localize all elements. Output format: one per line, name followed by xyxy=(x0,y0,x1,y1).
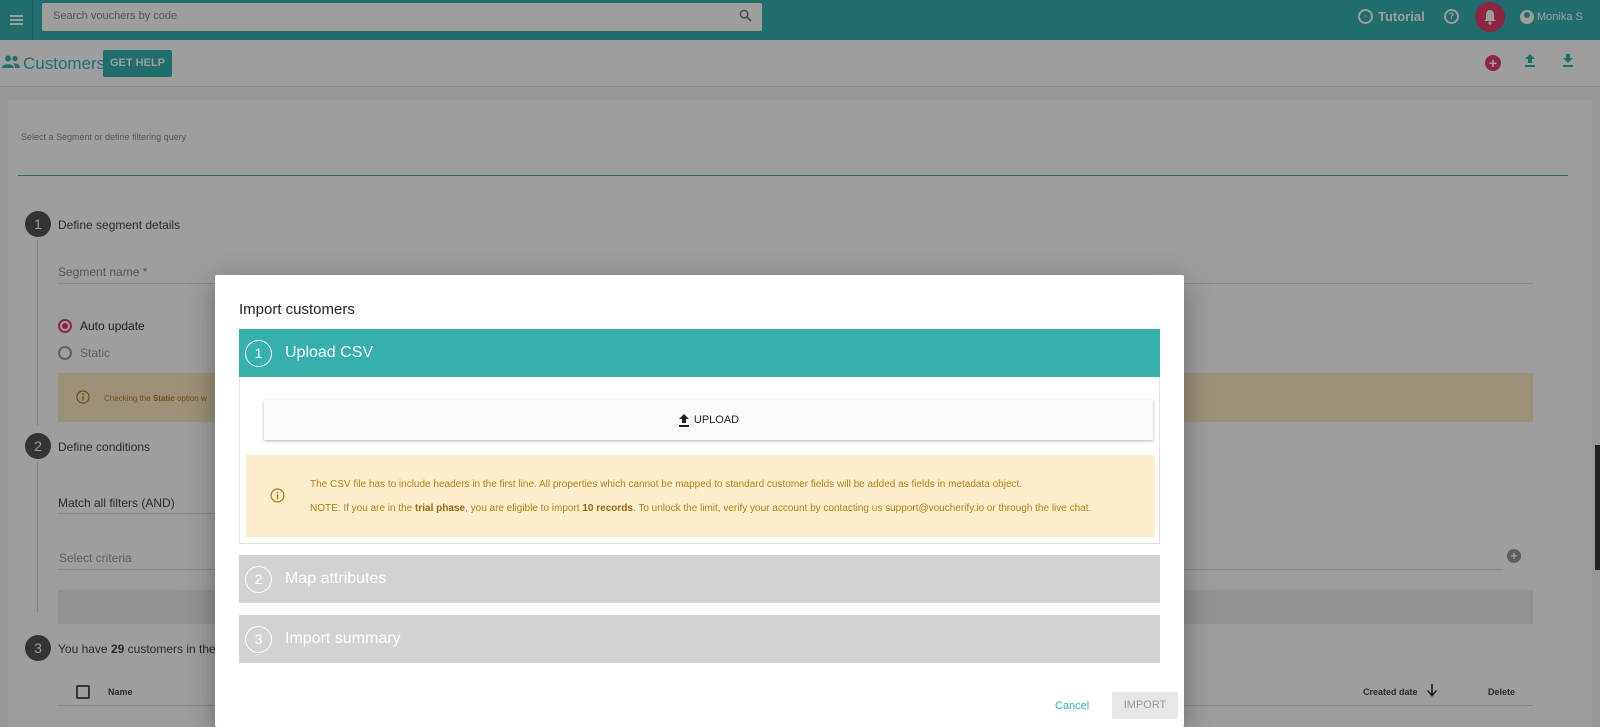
step-2-circle: 2 xyxy=(245,565,272,593)
upload-label: UPLOAD xyxy=(693,414,740,426)
step-upload-csv: 1 Upload CSV UPLOAD The CSV file has to … xyxy=(239,329,1160,544)
step-1-circle: 1 xyxy=(245,339,272,367)
csv-info-box: The CSV file has to include headers in t… xyxy=(246,455,1155,537)
step-1-header[interactable]: 1 Upload CSV xyxy=(239,329,1160,377)
upload-icon xyxy=(678,413,689,427)
edge-marker xyxy=(1595,445,1600,570)
import-customers-dialog: Import customers 1 Upload CSV UPLOAD The… xyxy=(215,275,1184,727)
csv-info-text: The CSV file has to include headers in t… xyxy=(310,479,1023,490)
import-button[interactable]: IMPORT xyxy=(1112,692,1178,719)
step-3-header[interactable]: 3 Import summary xyxy=(239,615,1160,663)
step-1-content: UPLOAD The CSV file has to include heade… xyxy=(239,377,1160,544)
step-2-header[interactable]: 2 Map attributes xyxy=(239,555,1160,603)
upload-button[interactable]: UPLOAD xyxy=(264,400,1153,440)
step-1-title: Upload CSV xyxy=(285,344,374,361)
step-2-title: Map attributes xyxy=(285,570,387,587)
dialog-title: Import customers xyxy=(239,301,355,318)
trial-note-text: NOTE: If you are in the trial phase, you… xyxy=(310,503,1092,514)
step-map-attributes: 2 Map attributes xyxy=(239,555,1160,603)
info-icon xyxy=(270,488,285,503)
cancel-button[interactable]: Cancel xyxy=(1055,700,1089,712)
step-3-title: Import summary xyxy=(285,630,401,647)
step-3-circle: 3 xyxy=(245,625,272,653)
step-import-summary: 3 Import summary xyxy=(239,615,1160,663)
